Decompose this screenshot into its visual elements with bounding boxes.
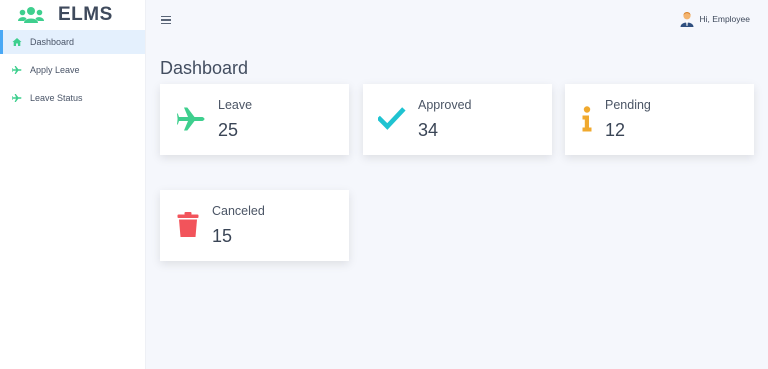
sidebar-nav: Dashboard Apply Leave Leave Status <box>0 30 145 110</box>
card-label: Pending <box>605 98 651 112</box>
card-leave[interactable]: Leave 25 <box>160 84 349 155</box>
card-count: 12 <box>605 120 626 140</box>
card-count: 15 <box>212 226 233 246</box>
user-greeting: Hi, Employee <box>699 14 750 24</box>
sidebar-item-label: Dashboard <box>30 37 75 47</box>
card-canceled[interactable]: Canceled 15 <box>160 190 349 261</box>
avatar <box>680 12 694 27</box>
plane-icon <box>177 107 205 131</box>
home-icon <box>12 38 22 46</box>
sidebar-item-label: Leave Status <box>30 93 83 103</box>
sidebar-item-dashboard[interactable]: Dashboard <box>0 30 145 54</box>
top-header: Hi, Employee <box>146 0 768 38</box>
card-approved[interactable]: Approved 34 <box>363 84 552 155</box>
check-icon <box>378 107 406 130</box>
card-count: 25 <box>218 120 239 140</box>
sidebar: ELMS Dashboard Apply Leave Leave Status <box>0 0 146 369</box>
user-menu[interactable]: Hi, Employee <box>680 11 750 27</box>
card-label: Leave <box>218 98 253 112</box>
brand[interactable]: ELMS <box>0 0 145 30</box>
menu-toggle-icon[interactable] <box>161 16 171 24</box>
card-label: Approved <box>418 98 472 112</box>
card-label: Canceled <box>212 204 265 218</box>
brand-title: ELMS <box>58 4 113 25</box>
plane-icon <box>12 66 22 74</box>
plane-icon <box>12 94 22 102</box>
card-count: 34 <box>418 120 439 140</box>
users-icon <box>18 7 44 23</box>
sidebar-item-label: Apply Leave <box>30 65 80 75</box>
trash-icon <box>177 212 199 237</box>
sidebar-item-apply-leave[interactable]: Apply Leave <box>0 58 145 82</box>
card-pending[interactable]: Pending 12 <box>565 84 754 155</box>
sidebar-item-leave-status[interactable]: Leave Status <box>0 86 145 110</box>
info-icon <box>582 106 592 132</box>
page-title: Dashboard <box>160 58 249 78</box>
